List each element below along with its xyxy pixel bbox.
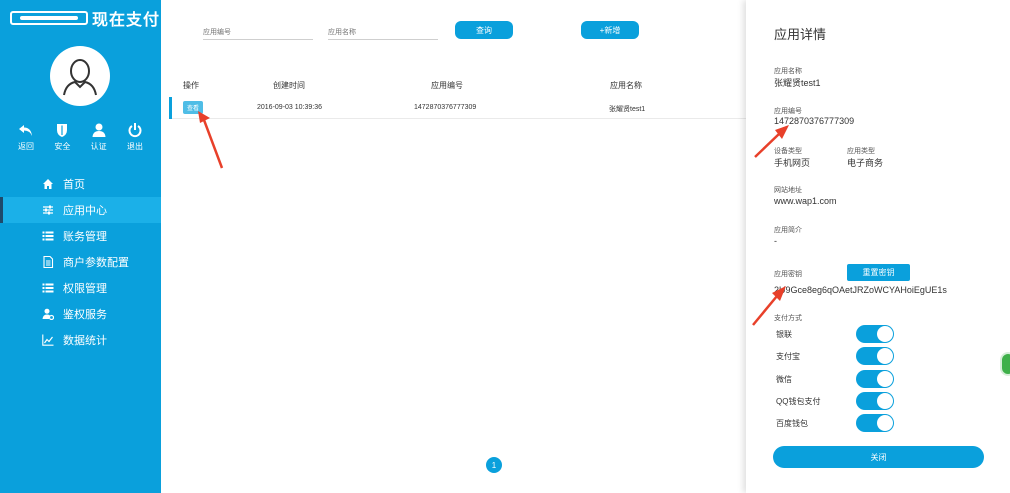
app-name-search-input[interactable]: [328, 26, 438, 40]
sidebar-item-label: 鉴权服务: [63, 309, 107, 321]
security-button[interactable]: 安全: [46, 122, 78, 152]
power-icon: [128, 123, 142, 138]
view-button[interactable]: 查看: [183, 101, 203, 114]
row-selection-marker: [169, 97, 172, 119]
sidebar-item-label: 首页: [63, 179, 85, 191]
pay-method-row: 百度钱包: [774, 414, 899, 432]
pay-method-toggle[interactable]: [856, 347, 894, 365]
reset-secret-button[interactable]: 重置密钥: [847, 264, 910, 281]
back-icon: [19, 125, 32, 136]
app-id-value: 1472870376777309: [774, 116, 855, 126]
table-header: 操作 创建时间 应用编号 应用名称: [169, 80, 746, 94]
back-button[interactable]: 返回: [10, 122, 42, 152]
auth-button[interactable]: 认证: [83, 122, 115, 152]
quick-label-back: 返回: [18, 142, 34, 151]
quick-actions: 返回 安全 认证 退出: [10, 122, 151, 152]
app-type-label: 应用类型: [847, 148, 875, 155]
brand-name: 现在支付: [92, 12, 161, 29]
device-type-label: 设备类型: [774, 148, 802, 155]
app-detail-panel: 应用详情 应用名称 张耀贤test1 应用编号 1472870376777309…: [746, 0, 1010, 493]
pay-method-row: 支付宝: [774, 347, 899, 365]
sidebar-item-label: 商户参数配置: [63, 257, 129, 269]
pay-methods-label: 支付方式: [774, 315, 802, 322]
pay-method-row: QQ钱包支付: [774, 392, 899, 410]
user-icon: [92, 123, 106, 137]
secret-value: 2U9Gce8eg6qOAetJRZoWCYAHoiEgUE1s: [774, 285, 947, 295]
close-button[interactable]: 关闭: [773, 446, 984, 468]
pay-method-label: QQ钱包支付: [776, 397, 821, 406]
header-action: 操作: [183, 81, 199, 90]
pay-method-label: 银联: [776, 330, 792, 339]
pay-method-toggle[interactable]: [856, 325, 894, 343]
sidebar-item-merchant-config[interactable]: 商户参数配置: [0, 249, 161, 275]
add-button[interactable]: +新增: [581, 21, 639, 39]
sidebar-item-app-center[interactable]: 应用中心: [0, 197, 161, 223]
logo-mark-icon: [10, 11, 88, 25]
sidebar-item-accounting[interactable]: 账务管理: [0, 223, 161, 249]
intro-label: 应用简介: [774, 227, 802, 234]
sidebar-item-statistics[interactable]: 数据统计: [0, 327, 161, 353]
intro-value: -: [774, 236, 777, 246]
query-button[interactable]: 查询: [455, 21, 513, 39]
user-avatar-icon: [63, 59, 97, 96]
line-chart-icon: [42, 334, 54, 346]
website-value: www.wap1.com: [774, 196, 837, 206]
quick-label-security: 安全: [54, 142, 71, 151]
avatar[interactable]: [50, 46, 110, 106]
device-type-value: 手机网页: [774, 158, 811, 168]
header-app-id: 应用编号: [431, 81, 463, 90]
pay-method-label: 支付宝: [776, 352, 800, 361]
pay-method-row: 银联: [774, 325, 899, 343]
pay-method-label: 百度钱包: [776, 419, 808, 428]
cell-app-name: 张耀贤test1: [609, 106, 646, 113]
app-id-label: 应用编号: [774, 108, 802, 115]
shield-icon: [57, 124, 68, 137]
floating-widget-icon[interactable]: [1000, 352, 1010, 376]
app-name-label: 应用名称: [774, 68, 802, 75]
header-app-name: 应用名称: [610, 81, 642, 90]
home-icon: [43, 179, 53, 189]
list-icon: [42, 231, 54, 241]
sidebar-nav: 首页 应用中心 账务管理 商户参数配置 权限管理 鉴权服务 数据统计: [0, 171, 161, 353]
header-created: 创建时间: [273, 81, 305, 90]
user-gear-icon: [42, 308, 54, 320]
pagination-page[interactable]: 1: [486, 457, 502, 473]
logout-button[interactable]: 退出: [119, 122, 151, 152]
quick-label-logout: 退出: [126, 142, 143, 151]
pay-method-label: 微信: [776, 375, 792, 384]
sidebar-item-home[interactable]: 首页: [0, 171, 161, 197]
sidebar-item-label: 账务管理: [63, 231, 107, 243]
cell-app-id: 1472870376777309: [414, 104, 477, 111]
app-id-search-input[interactable]: [203, 26, 313, 40]
secret-label: 应用密钥: [774, 271, 802, 278]
list-icon: [42, 283, 54, 293]
website-label: 网站地址: [774, 187, 802, 194]
sidebar-item-label: 数据统计: [63, 335, 107, 347]
pay-method-row: 微信: [774, 370, 899, 388]
sidebar: 现在支付 返回 安全 认证 退出 首页 应用中心 账务管理 商户参数配置 权限管…: [0, 0, 161, 493]
quick-label-auth: 认证: [90, 142, 107, 151]
cell-created: 2016-09-03 10:39:36: [257, 104, 322, 111]
app-name-value: 张耀贤test1: [774, 78, 821, 88]
sidebar-item-auth-service[interactable]: 鉴权服务: [0, 301, 161, 327]
document-icon: [43, 256, 54, 268]
sidebar-item-label: 应用中心: [63, 205, 107, 217]
pay-method-toggle[interactable]: [856, 370, 894, 388]
main-content: 查询 +新增 操作 创建时间 应用编号 应用名称 查看 2016-09-03 1…: [161, 0, 746, 493]
pay-method-toggle[interactable]: [856, 414, 894, 432]
sidebar-item-label: 权限管理: [63, 283, 107, 295]
brand-logo[interactable]: 现在支付: [10, 8, 161, 29]
sliders-icon: [43, 205, 53, 215]
panel-title: 应用详情: [774, 27, 827, 42]
app-type-value: 电子商务: [847, 158, 884, 168]
table-row[interactable]: 查看 2016-09-03 10:39:36 1472870376777309 …: [169, 97, 746, 119]
sidebar-item-permissions[interactable]: 权限管理: [0, 275, 161, 301]
pay-method-toggle[interactable]: [856, 392, 894, 410]
